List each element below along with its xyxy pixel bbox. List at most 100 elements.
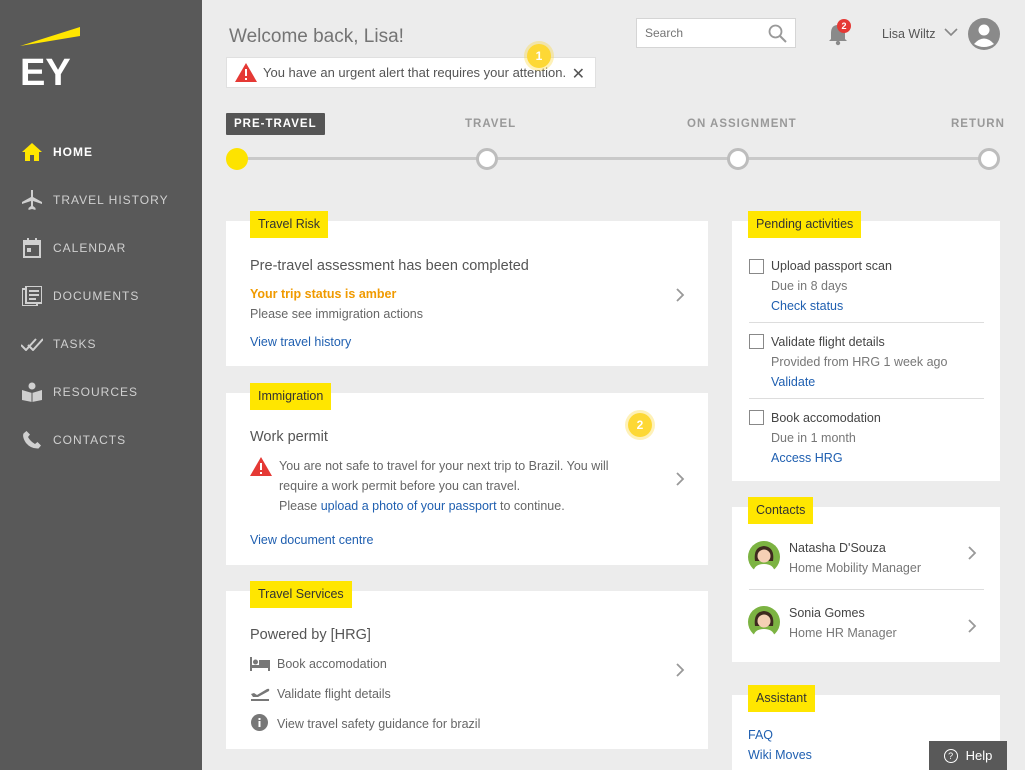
access-hrg-link[interactable]: Access HRG: [771, 451, 843, 465]
step-travel-label[interactable]: TRAVEL: [465, 118, 516, 130]
welcome-heading: Welcome back, Lisa!: [229, 26, 404, 47]
sidebar-item-travel-history[interactable]: TRAVEL HISTORY: [0, 176, 202, 224]
travel-risk-card: Pre-travel assessment has been completed…: [226, 221, 708, 366]
warning-line: require a work permit before you can tra…: [279, 479, 521, 493]
activity-checkbox[interactable]: [749, 334, 764, 349]
divider: [749, 589, 984, 590]
sidebar-item-calendar[interactable]: CALENDAR: [0, 224, 202, 272]
service-item[interactable]: View travel safety guidance for brazil: [277, 717, 480, 731]
faq-link[interactable]: FAQ: [748, 728, 773, 742]
home-icon: [21, 141, 43, 163]
activity-title: Upload passport scan: [771, 259, 892, 273]
alert-text: You have an urgent alert that requires y…: [263, 65, 567, 80]
divider: [749, 322, 984, 323]
search-box[interactable]: [636, 18, 796, 48]
sidebar-item-label: TASKS: [53, 337, 97, 351]
chevron-right-icon[interactable]: [966, 545, 978, 561]
close-icon[interactable]: ✕: [572, 64, 585, 84]
sidebar: EY HOME TRAVEL HISTORY CALENDAR DOCUMENT…: [0, 0, 202, 770]
sidebar-item-documents[interactable]: DOCUMENTS: [0, 272, 202, 320]
sidebar-item-label: CALENDAR: [53, 241, 127, 255]
step-on-assignment-label[interactable]: ON ASSIGNMENT: [687, 118, 797, 130]
pending-activities-tag: Pending activities: [748, 211, 862, 238]
warning-line: Please upload a photo of your passport t…: [279, 499, 565, 513]
service-item[interactable]: Book accomodation: [277, 657, 387, 671]
ey-logo[interactable]: EY: [20, 24, 82, 88]
step-pre-travel-dot[interactable]: [226, 148, 248, 170]
status-note: Please see immigration actions: [250, 307, 423, 321]
validate-link[interactable]: Validate: [771, 375, 815, 389]
activity-title: Book accomodation: [771, 411, 881, 425]
tasks-icon: [21, 333, 43, 355]
step-return-label[interactable]: RETURN: [951, 118, 1005, 130]
phone-icon: [21, 429, 43, 451]
svg-text:EY: EY: [20, 52, 71, 88]
contact-role: Home Mobility Manager: [789, 561, 921, 575]
immigration-tag: Immigration: [250, 383, 332, 410]
sidebar-item-resources[interactable]: RESOURCES: [0, 368, 202, 416]
travel-services-tag: Travel Services: [250, 581, 352, 608]
service-item[interactable]: Validate flight details: [277, 687, 391, 701]
activity-due: Due in 1 month: [771, 431, 856, 445]
sidebar-item-contacts[interactable]: CONTACTS: [0, 416, 202, 464]
sidebar-item-label: TRAVEL HISTORY: [53, 193, 169, 207]
contact-avatar-icon: [748, 606, 780, 638]
contact-name[interactable]: Sonia Gomes: [789, 606, 865, 620]
wiki-moves-link[interactable]: Wiki Moves: [748, 748, 812, 762]
contacts-tag: Contacts: [748, 497, 814, 524]
card-title: Powered by [HRG]: [250, 627, 371, 643]
divider: [749, 398, 984, 399]
search-icon[interactable]: [768, 24, 787, 46]
sidebar-item-label: HOME: [53, 145, 93, 159]
warning-icon: [235, 63, 257, 82]
chevron-right-icon[interactable]: [674, 287, 686, 303]
warning-text: Please: [279, 499, 318, 513]
step-pre-travel-label[interactable]: PRE-TRAVEL: [226, 113, 325, 135]
activity-checkbox[interactable]: [749, 259, 764, 274]
sidebar-nav: HOME TRAVEL HISTORY CALENDAR DOCUMENTS T…: [0, 128, 202, 464]
annotation-marker: 2: [628, 413, 652, 437]
view-travel-history-link[interactable]: View travel history: [250, 335, 351, 349]
documents-icon: [21, 285, 43, 307]
help-icon: ?: [943, 748, 958, 763]
pending-activities-card: Upload passport scan Due in 8 days Check…: [732, 221, 1000, 481]
step-return-dot[interactable]: [978, 148, 1000, 170]
contacts-card: Natasha D'Souza Home Mobility Manager So…: [732, 507, 1000, 662]
contact-name[interactable]: Natasha D'Souza: [789, 541, 886, 555]
sidebar-item-home[interactable]: HOME: [0, 128, 202, 176]
chevron-right-icon[interactable]: [674, 662, 686, 678]
activity-due: Provided from HRG 1 week ago: [771, 355, 948, 369]
annotation-marker: 1: [527, 44, 551, 68]
sidebar-item-label: DOCUMENTS: [53, 289, 140, 303]
check-status-link[interactable]: Check status: [771, 299, 843, 313]
user-name[interactable]: Lisa Wiltz: [882, 27, 935, 41]
activity-title: Validate flight details: [771, 335, 885, 349]
resources-icon: [21, 381, 43, 403]
stepper-track: [236, 157, 988, 160]
chevron-down-icon[interactable]: [944, 27, 958, 37]
chevron-right-icon[interactable]: [966, 618, 978, 634]
upload-passport-link[interactable]: upload a photo of your passport: [321, 499, 497, 513]
card-title: Work permit: [250, 429, 328, 445]
user-avatar-icon[interactable]: [968, 18, 1000, 50]
view-document-centre-link[interactable]: View document centre: [250, 533, 373, 547]
step-travel-dot[interactable]: [476, 148, 498, 170]
notification-badge: 2: [837, 19, 851, 33]
sidebar-item-label: CONTACTS: [53, 433, 127, 447]
flight-takeoff-icon: [251, 688, 270, 701]
warning-line: You are not safe to travel for your next…: [279, 459, 609, 473]
warning-icon: [250, 457, 272, 476]
sidebar-item-label: RESOURCES: [53, 385, 139, 399]
step-on-assignment-dot[interactable]: [727, 148, 749, 170]
trip-status: Your trip status is amber: [250, 287, 397, 301]
activity-checkbox[interactable]: [749, 410, 764, 425]
contact-role: Home HR Manager: [789, 626, 897, 640]
sidebar-item-tasks[interactable]: TASKS: [0, 320, 202, 368]
info-icon: [251, 714, 268, 731]
help-button[interactable]: ? Help: [929, 741, 1007, 770]
travel-services-card: Powered by [HRG] Book accomodation Valid…: [226, 591, 708, 749]
bed-icon: [250, 657, 270, 671]
calendar-icon: [21, 237, 43, 259]
search-input[interactable]: [645, 26, 763, 40]
chevron-right-icon[interactable]: [674, 471, 686, 487]
